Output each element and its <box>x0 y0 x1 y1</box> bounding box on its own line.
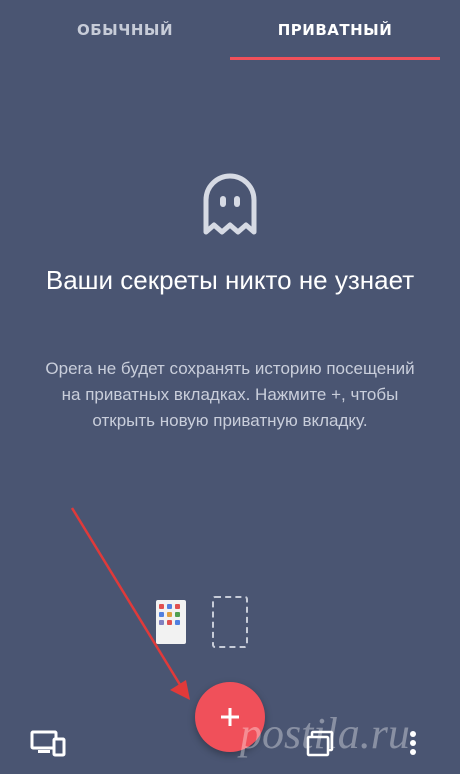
empty-state-headline: Ваши секреты никто не узнает <box>45 265 415 295</box>
watermark: postila.ru <box>240 709 410 758</box>
ghost-icon <box>203 173 257 235</box>
empty-state-description: Opera не будет сохранять историю посещен… <box>45 359 415 430</box>
plus-icon <box>221 708 239 726</box>
active-tab-indicator <box>230 57 440 60</box>
tab-private[interactable]: ПРИВАТНЫЙ <box>230 0 440 60</box>
devices-button[interactable] <box>30 728 66 758</box>
tab-thumbnail[interactable] <box>156 600 186 644</box>
tab-bar: ОБЫЧНЫЙ ПРИВАТНЫЙ <box>0 0 460 60</box>
empty-tab-slot <box>212 596 248 648</box>
tab-normal[interactable]: ОБЫЧНЫЙ <box>20 0 230 60</box>
devices-icon <box>30 730 66 757</box>
